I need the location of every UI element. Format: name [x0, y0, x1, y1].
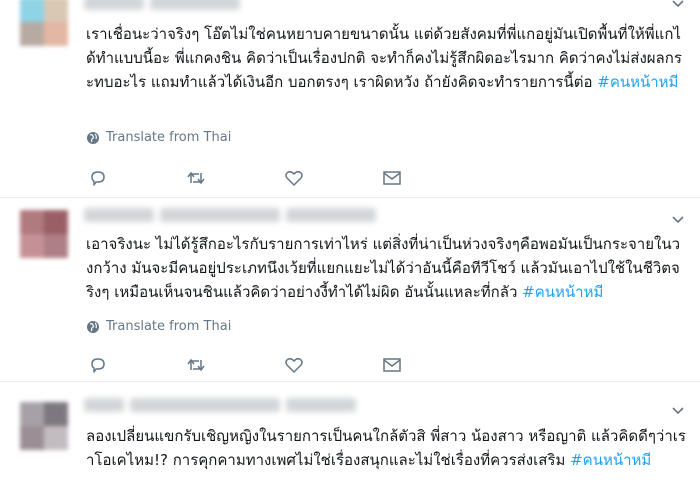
- chevron-down-icon[interactable]: [670, 404, 686, 418]
- redacted-user-header: [84, 398, 356, 414]
- tweet-feed: เราเชื่อนะว่าจริงๆ โอ๊ตไม่ใช่คนหยาบคายขน…: [0, 0, 700, 494]
- message-button[interactable]: [382, 354, 480, 376]
- hashtag-link[interactable]: #คนหน้าหมี: [522, 283, 603, 301]
- tweet[interactable]: ลองเปลี่ยนแขกรับเชิญหญิงในรายการเป็นคนใก…: [0, 382, 700, 494]
- retweet-button[interactable]: [186, 167, 284, 189]
- chevron-down-icon[interactable]: [670, 0, 686, 11]
- heart-icon: [285, 357, 303, 373]
- tweet-text: เราเชื่อนะว่าจริงๆ โอ๊ตไม่ใช่คนหยาบคายขน…: [86, 22, 686, 94]
- reply-button[interactable]: [88, 167, 186, 189]
- retweet-icon: [187, 171, 205, 185]
- translate-label: Translate from Thai: [106, 130, 232, 145]
- translate-link[interactable]: Translate from Thai: [86, 319, 231, 334]
- tweet[interactable]: เราเชื่อนะว่าจริงๆ โอ๊ตไม่ใช่คนหยาบคายขน…: [0, 0, 700, 198]
- globe-icon: [87, 131, 99, 144]
- chevron-down-icon[interactable]: [670, 213, 686, 227]
- redacted-user-header: [84, 0, 240, 12]
- reply-button[interactable]: [88, 354, 186, 376]
- tweet-text: ลองเปลี่ยนแขกรับเชิญหญิงในรายการเป็นคนใก…: [86, 424, 686, 472]
- tweet-text: เอาจริงนะ ไม่ได้รู้สึกอะไรกับรายการเท่าไ…: [86, 232, 686, 304]
- message-button[interactable]: [382, 167, 480, 189]
- like-button[interactable]: [284, 354, 382, 376]
- tweet-body: เราเชื่อนะว่าจริงๆ โอ๊ตไม่ใช่คนหยาบคายขน…: [86, 25, 682, 91]
- envelope-icon: [383, 171, 401, 185]
- retweet-button[interactable]: [186, 354, 284, 376]
- envelope-icon: [383, 358, 401, 372]
- avatar[interactable]: [20, 0, 68, 46]
- translate-label: Translate from Thai: [106, 319, 232, 334]
- redacted-user-header: [84, 208, 376, 224]
- retweet-icon: [187, 358, 205, 372]
- tweet[interactable]: เอาจริงนะ ไม่ได้รู้สึกอะไรกับรายการเท่าไ…: [0, 198, 700, 382]
- heart-icon: [285, 170, 303, 186]
- tweet-actions: [88, 354, 480, 376]
- hashtag-link[interactable]: #คนหน้าหมี: [570, 451, 651, 469]
- reply-icon: [91, 358, 105, 373]
- like-button[interactable]: [284, 167, 382, 189]
- tweet-actions: [88, 167, 480, 189]
- avatar[interactable]: [20, 402, 68, 450]
- hashtag-link[interactable]: #คนหน้าหมี: [597, 73, 678, 91]
- avatar[interactable]: [20, 210, 68, 258]
- translate-link[interactable]: Translate from Thai: [86, 130, 231, 145]
- globe-icon: [87, 320, 99, 333]
- reply-icon: [91, 171, 105, 186]
